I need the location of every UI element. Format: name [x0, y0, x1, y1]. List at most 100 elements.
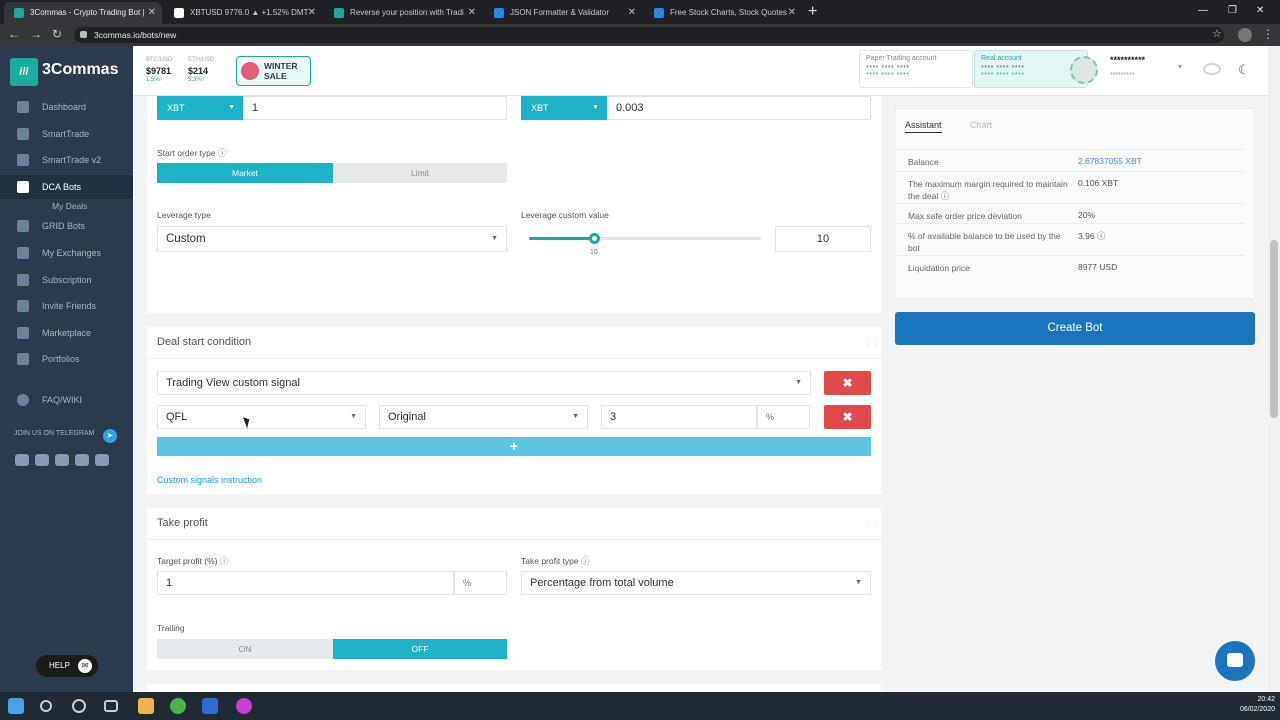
- base-order-input[interactable]: 1: [243, 96, 507, 120]
- sidebar-item-my-exchanges[interactable]: My Exchanges: [0, 241, 133, 265]
- search-icon[interactable]: [40, 700, 52, 712]
- close-tab-icon[interactable]: ✕: [788, 2, 796, 24]
- take-profit-type-select[interactable]: Percentage from total volume ▼: [521, 571, 871, 595]
- sidebar-item-grid-bots[interactable]: GRID Bots: [0, 214, 133, 238]
- remove-signal-button[interactable]: ✖: [824, 405, 871, 429]
- minimize-button[interactable]: —: [1198, 0, 1208, 22]
- bar-chart-icon: [17, 154, 29, 166]
- smarttrade-icon: [17, 128, 29, 140]
- sidebar-item-subscription[interactable]: Subscription: [0, 268, 133, 292]
- leverage-type-select[interactable]: Custom ▼: [157, 226, 507, 252]
- remove-condition-button[interactable]: ✖: [824, 371, 871, 395]
- sidebar-item-marketplace[interactable]: Marketplace: [0, 321, 133, 345]
- sale-line-1: WINTER: [264, 61, 298, 71]
- help-button[interactable]: HELP ✉: [36, 655, 98, 677]
- sidebar-item-faq-wiki[interactable]: FAQ/WIKI: [0, 388, 133, 412]
- start-order-type-label: Start order type ⓘ: [157, 148, 227, 158]
- start-order-market-button[interactable]: Market: [157, 163, 333, 183]
- sidebar-item-invite-friends[interactable]: Invite Friends: [0, 294, 133, 318]
- telegram-icon[interactable]: ➤: [103, 429, 117, 443]
- create-bot-button[interactable]: Create Bot: [895, 312, 1255, 345]
- target-profit-unit: %: [454, 571, 507, 595]
- tab-assistant[interactable]: Assistant: [905, 120, 942, 133]
- window-close-button[interactable]: ✕: [1256, 0, 1264, 22]
- file-explorer-icon[interactable]: [138, 698, 154, 714]
- task-view-icon[interactable]: [104, 700, 118, 712]
- cortana-icon[interactable]: [72, 699, 86, 713]
- url-input[interactable]: 3commas.io/bots/new: [74, 27, 1224, 43]
- sidebar-item-portfolios[interactable]: Portfolios: [0, 347, 133, 371]
- browser-tab[interactable]: Reverse your position with Tradi ✕: [324, 2, 482, 24]
- signal-type-select[interactable]: Trading View custom signal ▼: [157, 371, 811, 395]
- tab-favicon-icon: [654, 8, 664, 18]
- menu-dots-icon[interactable]: ⋮: [1262, 26, 1274, 42]
- order-currency-select[interactable]: XBT ▼: [521, 96, 607, 120]
- sidebar-item-smarttrade[interactable]: SmartTrade: [0, 122, 133, 146]
- leverage-value-input[interactable]: 10: [775, 226, 871, 252]
- bookmark-star-icon[interactable]: ☆: [1212, 26, 1222, 42]
- discord-icon[interactable]: [15, 454, 29, 466]
- close-tab-icon[interactable]: ✕: [308, 2, 316, 24]
- chat-icon: [1227, 653, 1243, 667]
- user-menu-chevron-down-icon[interactable]: ▾: [1178, 62, 1182, 71]
- avatar[interactable]: [1070, 56, 1098, 84]
- twitter-icon[interactable]: [75, 454, 89, 466]
- instagram-icon[interactable]: [95, 454, 109, 466]
- drag-handle-icon[interactable]: ⋮⋮: [864, 519, 880, 528]
- browser-tab[interactable]: XBTUSD 9776.0 ▲ +1.52% DMT ✕: [164, 2, 322, 24]
- profile-avatar-icon[interactable]: [1238, 28, 1252, 42]
- base-currency-value: XBT: [167, 103, 185, 113]
- logo[interactable]: /// 3Commas: [10, 58, 128, 86]
- browser-tab[interactable]: Free Stock Charts, Stock Quotes ✕: [644, 2, 802, 24]
- sidebar-subitem-my-deals[interactable]: My Deals: [52, 201, 87, 211]
- signal-mode-select[interactable]: Original ▼: [379, 405, 588, 429]
- support-chat-button[interactable]: [1215, 641, 1255, 681]
- leverage-slider-handle[interactable]: [589, 233, 600, 244]
- row-key: Max safe order price deviation: [908, 211, 1022, 221]
- browser-tab[interactable]: JSON Formatter & Validator ✕: [484, 2, 642, 24]
- dark-mode-moon-icon[interactable]: ☾: [1238, 62, 1250, 78]
- back-arrow-icon[interactable]: ←: [8, 26, 20, 42]
- trailing-on-button[interactable]: ON: [157, 639, 333, 659]
- custom-signals-instruction-link[interactable]: Custom signals instruction: [157, 475, 262, 485]
- leverage-type-value: Custom: [166, 233, 206, 245]
- new-tab-button[interactable]: +: [808, 2, 817, 22]
- signal-pair-select[interactable]: QFL ▼: [157, 405, 366, 429]
- system-clock[interactable]: 20:42 06/02/2020: [1230, 695, 1275, 715]
- youtube-icon[interactable]: [55, 454, 69, 466]
- base-currency-select[interactable]: XBT ▼: [157, 96, 243, 120]
- info-icon: ⓘ: [219, 556, 229, 566]
- add-condition-button[interactable]: +: [157, 437, 871, 456]
- drag-handle-icon[interactable]: ⋮⋮: [864, 338, 880, 347]
- start-order-limit-button[interactable]: Limit: [333, 163, 507, 183]
- close-tab-icon[interactable]: ✕: [468, 2, 476, 24]
- paper-trading-account-card[interactable]: Paper Trading account **** **** **** ***…: [859, 50, 973, 88]
- eye-hide-icon[interactable]: [1203, 63, 1221, 75]
- tab-chart[interactable]: Chart: [970, 120, 992, 130]
- order-volume-input[interactable]: 0.003: [607, 96, 871, 120]
- forward-arrow-icon[interactable]: →: [30, 26, 42, 42]
- close-tab-icon[interactable]: ✕: [628, 2, 636, 24]
- chrome-icon[interactable]: [170, 698, 186, 714]
- sidebar-item-smarttrade-v2[interactable]: SmartTrade v2: [0, 148, 133, 172]
- app-icon[interactable]: [202, 698, 218, 714]
- username[interactable]: **********: [1110, 55, 1145, 65]
- row-value[interactable]: 2.67837055 XBT: [1078, 156, 1142, 166]
- sidebar-item-dashboard[interactable]: Dashboard: [0, 95, 133, 119]
- winter-sale-banner[interactable]: WINTER SALE: [236, 56, 311, 86]
- facebook-icon[interactable]: [35, 454, 49, 466]
- sidebar-item-dca-bots[interactable]: DCA Bots: [0, 175, 133, 199]
- scrollbar-thumb[interactable]: [1270, 240, 1278, 418]
- recorder-icon[interactable]: [236, 698, 252, 714]
- signal-pair-value: QFL: [166, 411, 188, 423]
- trailing-off-button[interactable]: OFF: [333, 639, 507, 659]
- windows-start-icon[interactable]: [8, 698, 24, 714]
- signal-percent-input[interactable]: 3: [601, 405, 757, 429]
- close-tab-icon[interactable]: ✕: [148, 2, 156, 24]
- browser-tab[interactable]: 3Commas - Crypto Trading Bot | ✕: [4, 2, 162, 24]
- robot-icon: [17, 181, 29, 193]
- maximize-button[interactable]: ❐: [1228, 0, 1237, 22]
- signal-type-value: Trading View custom signal: [166, 377, 300, 389]
- target-profit-input[interactable]: 1: [157, 571, 454, 595]
- reload-icon[interactable]: ↻: [52, 26, 62, 42]
